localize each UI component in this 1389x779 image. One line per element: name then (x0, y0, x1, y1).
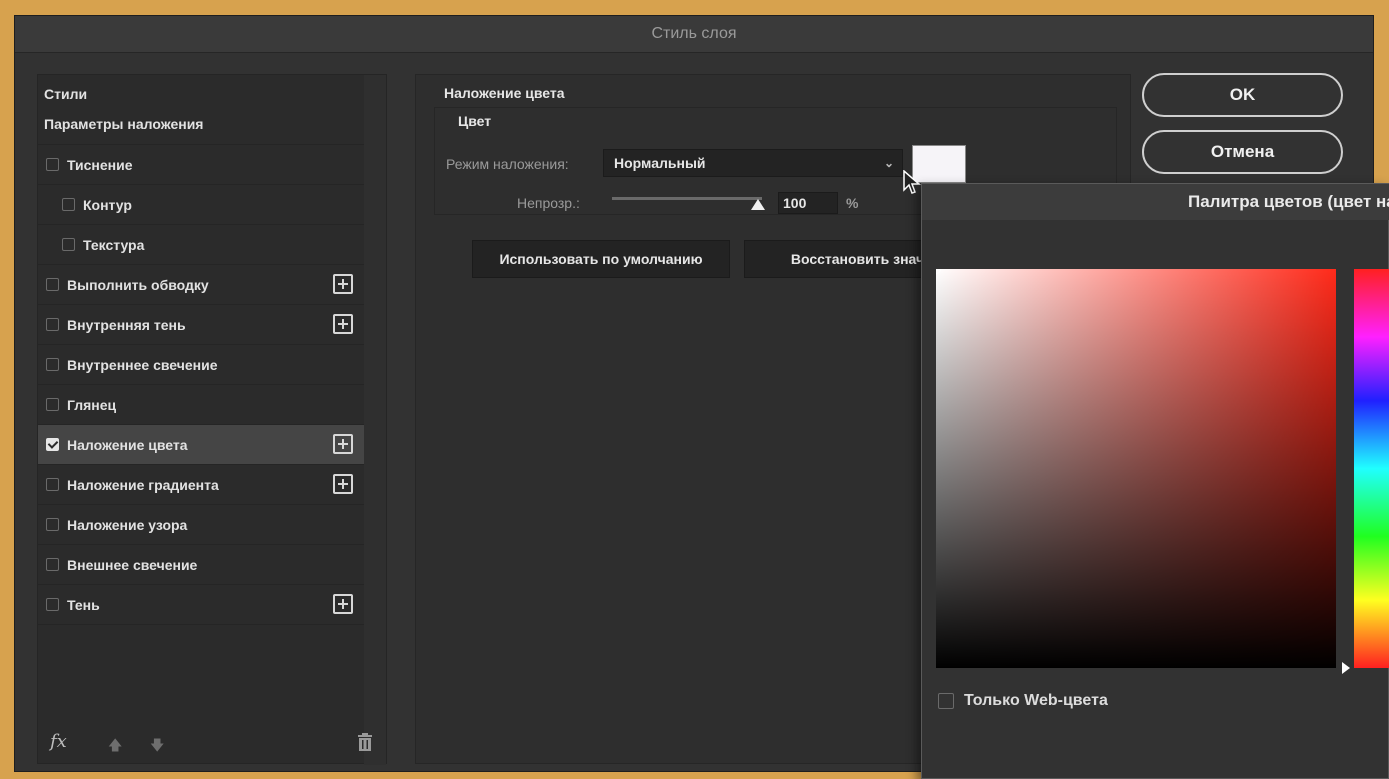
hue-slider[interactable] (1354, 269, 1389, 668)
style-item[interactable]: Внешнее свечение (38, 545, 364, 585)
add-effect-plus-icon[interactable] (333, 474, 353, 494)
opacity-slider-thumb[interactable] (751, 199, 765, 210)
styles-bottom-toolbar: fx 🡅 🡇 (38, 723, 386, 763)
style-checkbox[interactable] (46, 478, 59, 491)
fx-icon[interactable]: fx (50, 731, 67, 752)
style-checkbox[interactable] (62, 198, 75, 211)
trash-icon[interactable] (358, 733, 372, 751)
opacity-unit: % (846, 195, 859, 211)
ok-button[interactable]: OK (1142, 73, 1343, 117)
style-item[interactable]: Внутреннее свечение (38, 345, 364, 385)
style-item-label: Внутреннее свечение (67, 356, 218, 373)
chevron-down-icon: ⌄ (883, 156, 894, 170)
blend-mode-select[interactable]: Нормальный ⌄ (603, 149, 903, 177)
color-selection-marker[interactable] (936, 269, 941, 274)
saturation-brightness-field[interactable] (936, 269, 1336, 668)
style-checkbox[interactable] (46, 558, 59, 571)
style-checkbox[interactable] (46, 398, 59, 411)
style-item-label: Наложение узора (67, 516, 188, 533)
style-item-label: Выполнить обводку (67, 276, 209, 293)
color-picker-window: Палитра цветов (цвет наложения) Только W… (921, 183, 1389, 779)
style-item[interactable]: Наложение узора (38, 505, 364, 545)
web-colors-only-option[interactable]: Только Web-цвета (938, 692, 1108, 710)
styles-header[interactable]: Стили (38, 75, 364, 103)
move-up-icon[interactable]: 🡅 (108, 735, 122, 759)
style-checkbox[interactable] (46, 318, 59, 331)
add-effect-plus-icon[interactable] (333, 594, 353, 614)
dialog-title: Стиль слоя (15, 16, 1373, 53)
styles-list: Стили Параметры наложения Тиснение Контур… (38, 75, 364, 625)
blend-mode-value: Нормальный (614, 155, 706, 171)
add-effect-plus-icon[interactable] (333, 274, 353, 294)
style-checkbox[interactable] (46, 598, 59, 611)
styles-header-label: Стили (44, 86, 88, 102)
blend-mode-label: Режим наложения: (446, 156, 569, 172)
hue-slider-marker[interactable] (1342, 662, 1350, 674)
style-item[interactable]: Наложение градиента (38, 465, 364, 505)
color-picker-title: Палитра цветов (цвет наложения) (1188, 192, 1389, 211)
mouse-cursor-icon (903, 170, 921, 194)
style-item[interactable]: Тень (38, 585, 364, 625)
make-default-button[interactable]: Использовать по умолчанию (472, 240, 730, 278)
opacity-input[interactable]: 100 (778, 192, 838, 214)
style-item-label: Тень (67, 596, 100, 613)
style-checkbox[interactable] (46, 518, 59, 531)
style-item[interactable]: Тиснение (38, 145, 364, 185)
style-checkbox[interactable] (46, 358, 59, 371)
styles-scrollbar[interactable] (364, 75, 386, 765)
web-colors-label: Только Web-цвета (964, 692, 1108, 709)
style-checkbox[interactable] (46, 278, 59, 291)
style-item[interactable]: Внутренняя тень (38, 305, 364, 345)
color-picker-titlebar[interactable]: Палитра цветов (цвет наложения) (922, 184, 1389, 220)
style-item-label: Тиснение (67, 156, 133, 173)
add-effect-plus-icon[interactable] (333, 314, 353, 334)
style-checkbox[interactable] (46, 438, 59, 451)
opacity-slider-track[interactable] (612, 197, 762, 200)
style-item[interactable]: Контур (38, 185, 364, 225)
style-item[interactable]: Глянец (38, 385, 364, 425)
style-item-label: Текстура (83, 236, 145, 253)
add-effect-plus-icon[interactable] (333, 434, 353, 454)
style-checkbox[interactable] (46, 158, 59, 171)
style-item[interactable]: Текстура (38, 225, 364, 265)
opacity-label: Непрозр.: (517, 195, 580, 211)
blending-options-label: Параметры наложения (44, 115, 204, 132)
style-item-label: Контур (83, 196, 132, 213)
cancel-button[interactable]: Отмена (1142, 130, 1343, 174)
section-title: Наложение цвета (444, 85, 565, 101)
group-title: Цвет (458, 113, 492, 129)
style-item-label: Наложение градиента (67, 476, 219, 493)
styles-panel: Стили Параметры наложения Тиснение Контур… (37, 74, 387, 765)
style-item[interactable]: Наложение цвета (38, 425, 364, 465)
move-down-icon[interactable]: 🡇 (150, 735, 164, 759)
blending-options-item[interactable]: Параметры наложения (38, 103, 364, 145)
style-item-label: Глянец (67, 396, 117, 413)
style-checkbox[interactable] (62, 238, 75, 251)
style-item-label: Наложение цвета (67, 436, 188, 453)
web-colors-checkbox[interactable] (938, 693, 954, 709)
style-item-label: Внутренняя тень (67, 316, 186, 333)
style-item[interactable]: Выполнить обводку (38, 265, 364, 305)
style-item-label: Внешнее свечение (67, 556, 198, 573)
